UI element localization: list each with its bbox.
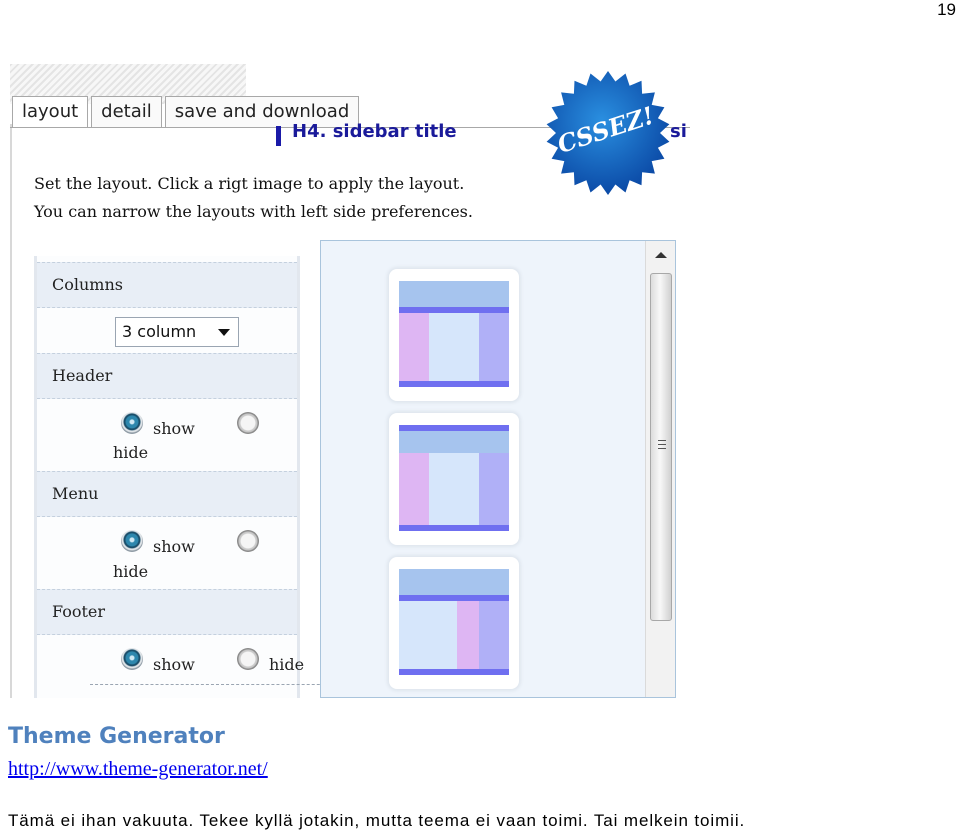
- cssez-badge-icon: CSSEZ!: [546, 71, 670, 195]
- panel-divider: [90, 684, 350, 685]
- scrollbar-thumb[interactable]: [650, 273, 672, 621]
- header-heading: Header: [37, 353, 297, 399]
- header-block: [399, 569, 509, 595]
- left-column: [399, 453, 429, 525]
- footer-show-label: show: [153, 655, 195, 674]
- header-block: [399, 431, 509, 453]
- footer-bar: [399, 669, 509, 675]
- intro-line-2: You can narrow the layouts with left sid…: [34, 202, 473, 221]
- columns-select-value: 3 column: [122, 322, 197, 341]
- tab-layout[interactable]: layout: [12, 96, 89, 128]
- grip-line: [658, 448, 666, 449]
- footer-heading: Footer: [37, 589, 297, 635]
- caption-title: Theme Generator: [8, 724, 225, 749]
- right-column: [479, 453, 509, 525]
- footer-show-radio[interactable]: [121, 648, 143, 670]
- layout-thumbnail-2: [399, 425, 509, 531]
- right-column: [479, 601, 509, 669]
- layout-option-2[interactable]: [389, 413, 519, 545]
- footer-hide-radio[interactable]: [237, 648, 259, 670]
- caption-body: Tämä ei ihan vakuuta. Tekee kyllä jotaki…: [8, 811, 746, 830]
- layout-thumbnail-3: [399, 569, 509, 675]
- scroll-up-arrow-icon[interactable]: [655, 252, 667, 258]
- layout-option-1[interactable]: [389, 269, 519, 401]
- footer-hide-label: hide: [269, 655, 305, 674]
- footer-bar: [399, 381, 509, 387]
- header-show-label: show: [153, 419, 195, 438]
- chevron-down-icon: [218, 329, 230, 336]
- menu-heading: Menu: [37, 471, 297, 517]
- center-column: [429, 453, 479, 525]
- footer-bar: [399, 525, 509, 531]
- page-number: 19: [937, 0, 956, 19]
- sidebar-title-marker: [276, 126, 281, 146]
- vertical-scrollbar[interactable]: [645, 241, 675, 697]
- intro-line-1: Set the layout. Click a rigt image to ap…: [34, 174, 465, 193]
- menu-hide-label: hide: [113, 562, 149, 581]
- tab-detail[interactable]: detail: [91, 96, 162, 128]
- left-column: [457, 601, 479, 669]
- frame-edge: [10, 124, 12, 698]
- columns-heading: Columns: [37, 262, 297, 308]
- menu-hide-radio[interactable]: [237, 530, 259, 552]
- header-hide-label: hide: [113, 443, 149, 462]
- center-column: [429, 313, 479, 381]
- right-column: [479, 313, 509, 381]
- header-block: [399, 281, 509, 307]
- columns-select[interactable]: 3 column: [115, 317, 239, 347]
- preferences-panel: Columns 3 column Header show hide Menu s…: [34, 256, 304, 698]
- layout-preview-list: [320, 240, 676, 698]
- grip-line: [658, 440, 666, 441]
- center-column: [399, 601, 457, 669]
- header-hide-radio[interactable]: [237, 412, 259, 434]
- menu-show-radio[interactable]: [121, 530, 143, 552]
- menu-show-label: show: [153, 537, 195, 556]
- caption-link[interactable]: http://www.theme-generator.net/: [8, 758, 268, 781]
- intro-text: Set the layout. Click a rigt image to ap…: [34, 170, 473, 226]
- layout-thumbnail-1: [399, 281, 509, 387]
- theme-generator-screenshot: layout detail save and download H4. side…: [10, 64, 690, 698]
- grip-line: [658, 444, 666, 445]
- left-column: [399, 313, 429, 381]
- layout-option-3[interactable]: [389, 557, 519, 689]
- header-show-radio[interactable]: [121, 412, 143, 434]
- sidebar-title-preview: H4. sidebar title: [292, 121, 457, 142]
